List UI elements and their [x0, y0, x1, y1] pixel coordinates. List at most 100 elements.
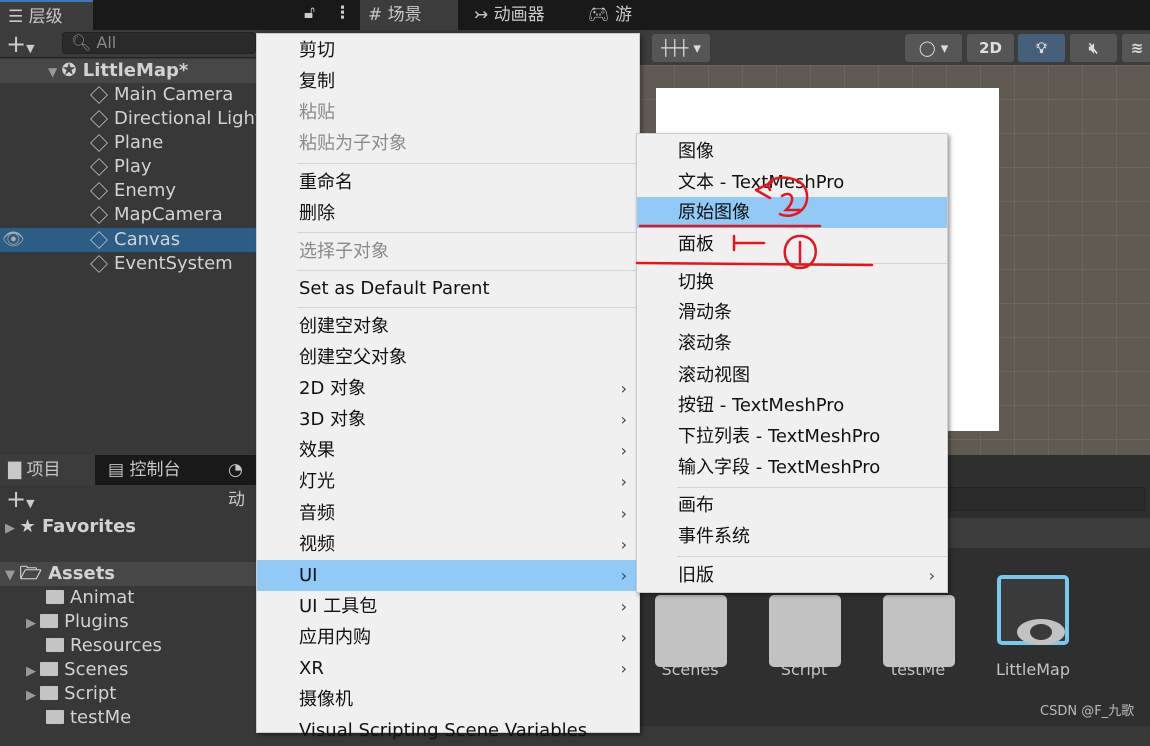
cube-icon: [90, 158, 108, 176]
menu-item-2d-object[interactable]: 2D 对象 ›: [257, 373, 639, 404]
hierarchy-item[interactable]: Plane: [0, 131, 256, 155]
folder-item[interactable]: ▶ Script: [26, 682, 116, 706]
scene-asset-icon[interactable]: [997, 575, 1069, 645]
menu-item-video[interactable]: 视频 ›: [257, 529, 639, 560]
menu-item-create-empty[interactable]: 创建空对象: [257, 311, 639, 342]
menu-item-effects[interactable]: 效果 ›: [257, 435, 639, 466]
chevron-right-icon: ›: [620, 410, 627, 429]
clock-icon: ◔: [228, 460, 243, 480]
hierarchy-item[interactable]: EventSystem: [0, 252, 256, 276]
submenu-item-canvas[interactable]: 画布: [637, 490, 947, 521]
menu-separator: [677, 487, 947, 488]
hierarchy-root[interactable]: ▼ ✪ LittleMap*: [0, 59, 256, 83]
assets-item[interactable]: ▼ 🗁︎ Assets: [0, 562, 256, 586]
folder-icon[interactable]: [655, 595, 727, 667]
hierarchy-item[interactable]: Directional Light: [0, 107, 256, 131]
cube-icon: [90, 86, 108, 104]
2d-toggle[interactable]: 2D: [967, 34, 1014, 62]
asset-label: LittleMap: [996, 660, 1070, 679]
hierarchy-item[interactable]: Play: [0, 155, 256, 179]
cube-icon: [90, 231, 108, 249]
animator-icon: ↣: [474, 5, 494, 25]
menu-item-ui-toolkit[interactable]: UI 工具包 ›: [257, 591, 639, 622]
menu-separator: [677, 263, 947, 264]
lighting-toggle-icon[interactable]: 💡︎: [1018, 34, 1065, 62]
hierarchy-item-selected[interactable]: 👁︎ Canvas: [0, 228, 256, 252]
folder-icon[interactable]: [769, 595, 841, 667]
effects-icon[interactable]: ≋: [1122, 34, 1150, 62]
menu-item-create-empty-parent[interactable]: 创建空父对象: [257, 342, 639, 373]
submenu-item-toggle[interactable]: 切换: [637, 267, 947, 298]
submenu-item-scrollbar[interactable]: 滚动条: [637, 328, 947, 359]
submenu-item-legacy[interactable]: 旧版 ›: [637, 560, 947, 591]
submenu-item-event-system[interactable]: 事件系统: [637, 521, 947, 552]
menu-item-set-default-parent[interactable]: Set as Default Parent: [257, 273, 639, 304]
chevron-right-icon: ›: [620, 472, 627, 491]
more-icon[interactable]: ⋮: [334, 3, 351, 23]
menu-item-3d-object[interactable]: 3D 对象 ›: [257, 404, 639, 435]
folder-item[interactable]: testMe: [46, 706, 131, 730]
favorites-item[interactable]: ▶ ★ Favorites: [5, 515, 136, 539]
folder-icon: [46, 590, 64, 604]
folder-item[interactable]: Resources: [46, 634, 162, 658]
menu-item-iap[interactable]: 应用内购 ›: [257, 622, 639, 653]
tab-game[interactable]: 🎮︎ 游戏: [580, 0, 650, 55]
tab-hierarchy[interactable]: ☰ 层级: [0, 0, 93, 30]
submenu-item-dropdown-tmp[interactable]: 下拉列表 - TextMeshPro: [637, 421, 947, 452]
menu-item-copy[interactable]: 复制: [257, 66, 639, 97]
chevron-right-icon: ›: [620, 441, 627, 460]
tab-console[interactable]: ▤ 控制台: [100, 455, 215, 485]
audio-mute-icon[interactable]: 🔇︎: [1070, 34, 1117, 62]
tab-animation[interactable]: ◔动: [220, 455, 260, 510]
folder-item[interactable]: ▶ Plugins: [26, 610, 129, 634]
submenu-item-panel[interactable]: 面板: [637, 229, 947, 260]
hierarchy-item[interactable]: MapCamera: [0, 203, 256, 227]
folder-icon: [40, 614, 59, 628]
hierarchy-item[interactable]: Enemy: [0, 179, 256, 203]
cube-icon: [90, 134, 108, 152]
menu-separator: [297, 270, 639, 271]
tab-scene[interactable]: # 场景: [360, 0, 458, 30]
context-menu: 剪切 复制 粘贴 粘贴为子对象 重命名 删除 选择子对象 Set as Defa…: [256, 33, 640, 741]
folder-icon[interactable]: [883, 595, 955, 667]
menu-item-rename[interactable]: 重命名: [257, 167, 639, 198]
submenu-item-input-field-tmp[interactable]: 输入字段 - TextMeshPro: [637, 452, 947, 483]
menu-item-cut[interactable]: 剪切: [257, 35, 639, 66]
folder-item[interactable]: Animat: [46, 586, 134, 610]
menu-item-delete[interactable]: 删除: [257, 198, 639, 229]
folder-open-icon: 🗁︎: [19, 563, 49, 584]
draw-mode-button[interactable]: ◯ ▾: [905, 34, 962, 62]
submenu-item-text-tmp[interactable]: 文本 - TextMeshPro: [637, 167, 947, 198]
folder-icon: [46, 710, 64, 724]
menu-item-xr[interactable]: XR ›: [257, 653, 639, 684]
tab-animator[interactable]: ↣ 动画器: [466, 0, 576, 30]
snap-increment-button[interactable]: ┼┼┼ ▾: [652, 34, 710, 62]
console-icon: ▤: [108, 460, 130, 480]
hierarchy-item[interactable]: Main Camera: [0, 83, 256, 107]
star-icon: ★: [19, 516, 42, 537]
add-button[interactable]: +▼: [6, 30, 35, 58]
menu-item-audio[interactable]: 音频 ›: [257, 498, 639, 529]
menu-item-ui[interactable]: UI ›: [257, 560, 639, 591]
visibility-eye-icon[interactable]: 👁︎: [2, 228, 25, 252]
folder-item[interactable]: ▶ Scenes: [26, 658, 128, 682]
submenu-item-raw-image[interactable]: 原始图像: [637, 197, 947, 228]
menu-item-visual-scripting[interactable]: Visual Scripting Scene Variables: [257, 715, 639, 746]
submenu-item-scroll-view[interactable]: 滚动视图: [637, 360, 947, 391]
cube-icon: [90, 182, 108, 200]
project-add-button[interactable]: +▼: [6, 485, 35, 513]
submenu-item-image[interactable]: 图像: [637, 136, 947, 167]
submenu-item-button-tmp[interactable]: 按钮 - TextMeshPro: [637, 390, 947, 421]
menu-separator: [297, 232, 639, 233]
menu-item-camera[interactable]: 摄像机: [257, 684, 639, 715]
folder-icon: [40, 686, 59, 700]
unity-scene-icon: ✪: [61, 60, 83, 81]
menu-separator: [677, 556, 947, 557]
tab-project[interactable]: ▇ 项目: [0, 455, 95, 485]
menu-item-light[interactable]: 灯光 ›: [257, 466, 639, 497]
submenu-item-slider[interactable]: 滑动条: [637, 297, 947, 328]
lock-icon[interactable]: 🔓︎: [304, 3, 315, 23]
hierarchy-search-input[interactable]: 🔍︎ All: [62, 32, 256, 54]
grid-icon: #: [368, 5, 388, 25]
menu-separator: [297, 307, 639, 308]
